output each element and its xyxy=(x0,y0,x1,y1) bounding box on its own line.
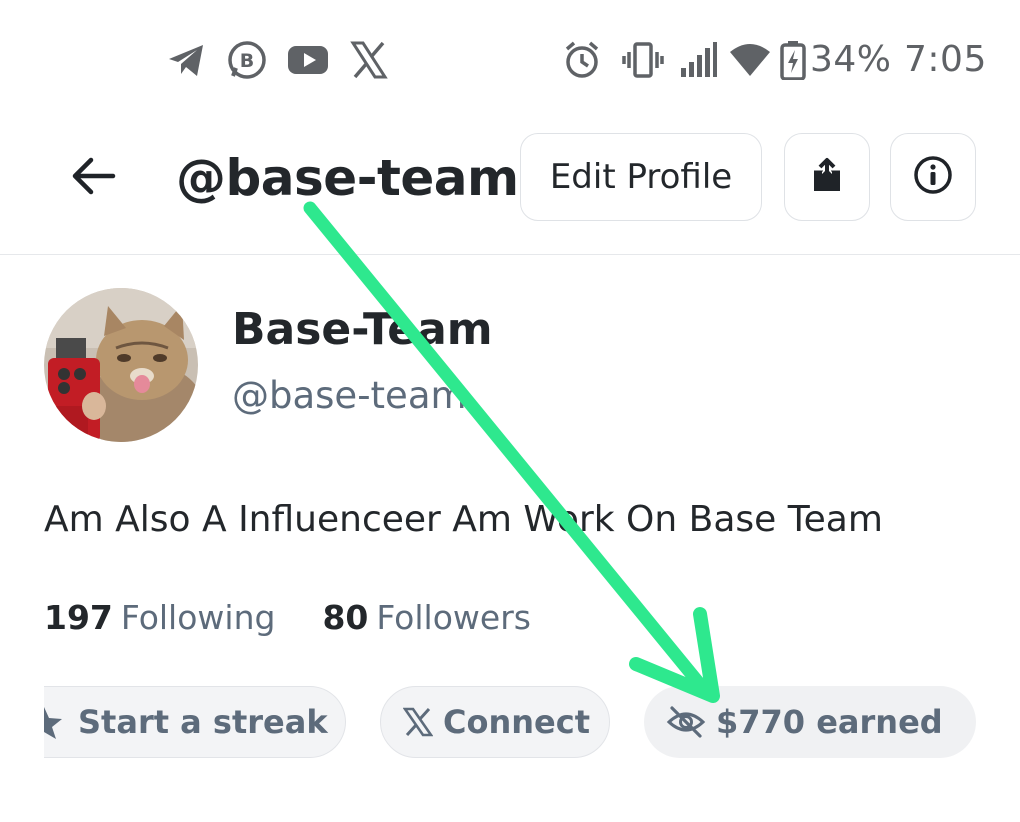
info-button[interactable] xyxy=(890,133,976,221)
clock-time: 7:05 xyxy=(904,39,987,80)
followers-count: 80 xyxy=(322,598,369,637)
profile-header: @base-team Edit Profile xyxy=(0,115,1020,255)
streak-label: Start a streak xyxy=(78,703,328,741)
following-link[interactable]: 197 Following xyxy=(44,598,286,637)
whatsapp-business-icon: B xyxy=(226,40,268,86)
signal-icon xyxy=(680,40,718,84)
stats-row: 197 Following 80 Followers xyxy=(44,594,531,642)
following-count: 197 xyxy=(44,598,113,637)
username: @base-team xyxy=(232,374,467,417)
page-title: @base-team xyxy=(176,149,519,207)
star-icon xyxy=(36,705,66,749)
eye-off-icon xyxy=(666,705,706,739)
connect-label: Connect xyxy=(443,703,590,741)
start-streak-button[interactable]: Start a streak xyxy=(44,686,346,758)
x-icon xyxy=(350,40,388,84)
following-label: Following xyxy=(120,598,276,637)
info-icon xyxy=(913,155,953,199)
telegram-icon xyxy=(166,40,206,84)
bio: Am Also A Influenceer Am Work On Base Te… xyxy=(44,499,883,540)
back-arrow-icon xyxy=(69,156,117,200)
avatar[interactable] xyxy=(44,288,198,442)
vibrate-icon xyxy=(622,40,664,84)
svg-text:B: B xyxy=(240,50,254,72)
edit-profile-button[interactable]: Edit Profile xyxy=(520,133,762,221)
battery-charging-icon xyxy=(780,40,806,84)
followers-label: Followers xyxy=(376,598,531,637)
earned-button[interactable]: $770 earned xyxy=(644,686,976,758)
followers-link[interactable]: 80 Followers xyxy=(322,598,531,637)
share-icon xyxy=(811,157,843,197)
display-name: Base-Team xyxy=(232,304,493,355)
alarm-icon xyxy=(562,40,602,84)
connect-x-button[interactable]: Connect xyxy=(380,686,610,758)
earned-label: $770 earned xyxy=(716,703,943,741)
wifi-icon xyxy=(728,40,772,84)
back-button[interactable] xyxy=(62,153,124,203)
battery-percent: 34% xyxy=(810,39,892,80)
share-button[interactable] xyxy=(784,133,870,221)
x-logo-icon xyxy=(403,707,433,737)
youtube-icon xyxy=(286,40,330,84)
